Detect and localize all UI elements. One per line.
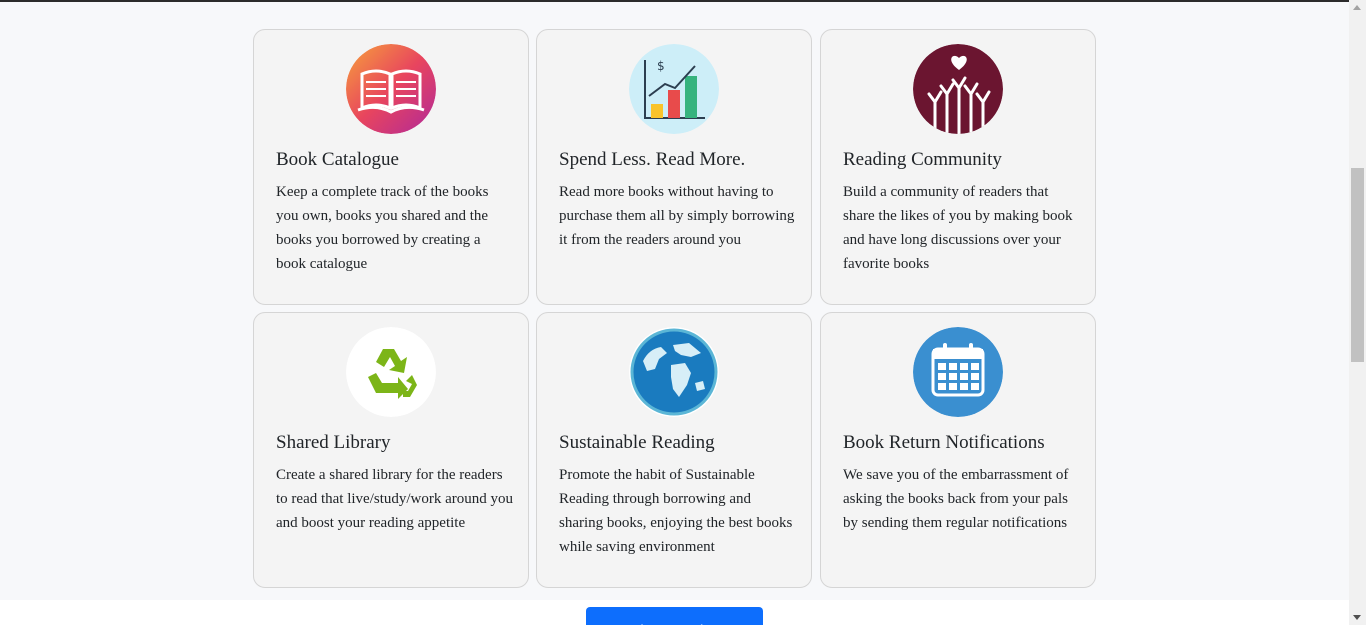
calendar-icon bbox=[913, 327, 1003, 417]
feature-card-spend-less: $ Spend Less. Read More. Read more books… bbox=[536, 29, 812, 305]
feature-card-shared-library: Shared Library Create a shared library f… bbox=[253, 312, 529, 588]
feature-card-book-return: Book Return Notifications We save you of… bbox=[820, 312, 1096, 588]
feature-description: Keep a complete track of the books you o… bbox=[276, 184, 489, 272]
globe-icon bbox=[629, 327, 719, 417]
vertical-scrollbar[interactable] bbox=[1349, 0, 1366, 625]
scroll-down-arrow-icon[interactable] bbox=[1353, 615, 1361, 620]
svg-text:$: $ bbox=[657, 59, 665, 73]
scroll-up-arrow-icon[interactable] bbox=[1353, 5, 1361, 10]
feature-card-reading-community: Reading Community Build a community of r… bbox=[820, 29, 1096, 305]
scrollbar-thumb[interactable] bbox=[1351, 168, 1364, 362]
feature-title: Sustainable Reading bbox=[559, 432, 715, 453]
feature-title: Shared Library bbox=[276, 432, 391, 453]
recycle-icon bbox=[346, 327, 436, 417]
feature-title: Book Return Notifications bbox=[843, 432, 1045, 453]
feature-description: Create a shared library for the readers … bbox=[276, 467, 514, 531]
open-book-icon bbox=[346, 44, 436, 134]
feature-description: Promote the habit of Sustainable Reading… bbox=[559, 467, 793, 555]
feature-description: Read more books without having to purcha… bbox=[559, 184, 795, 248]
features-section: Book Catalogue Keep a complete track of … bbox=[0, 2, 1349, 600]
feature-card-sustainable-reading: Sustainable Reading Promote the habit of… bbox=[536, 312, 812, 588]
feature-title: Reading Community bbox=[843, 149, 1002, 170]
explore-books-button[interactable]: Explore Books → bbox=[586, 607, 763, 625]
feature-title: Book Catalogue bbox=[276, 149, 399, 170]
feature-description: We save you of the embarrassment of aski… bbox=[843, 467, 1069, 531]
feature-title: Spend Less. Read More. bbox=[559, 149, 746, 170]
bar-chart-icon: $ bbox=[629, 44, 719, 134]
raised-hands-icon bbox=[913, 44, 1003, 134]
feature-description: Build a community of readers that share … bbox=[843, 184, 1073, 272]
feature-card-book-catalogue: Book Catalogue Keep a complete track of … bbox=[253, 29, 529, 305]
